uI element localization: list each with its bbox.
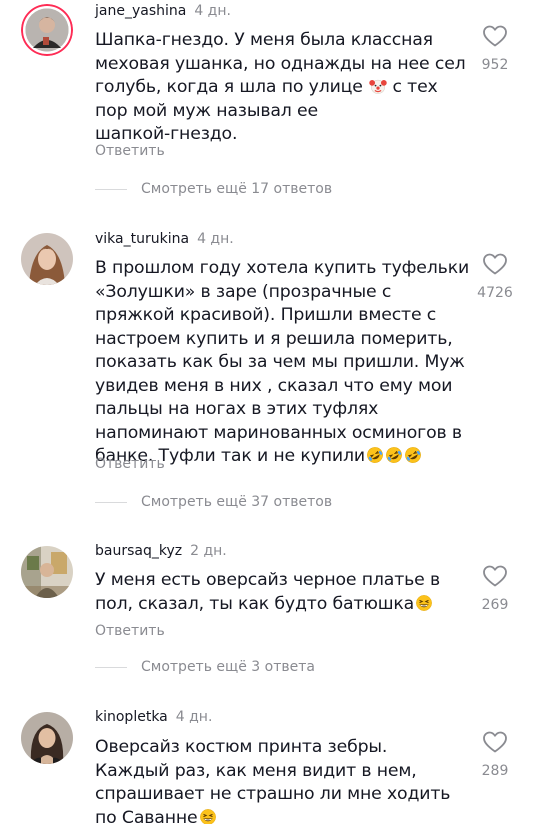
text-line: пол, сказал, ты как будто батюшка <box>95 593 463 617</box>
text-line: пряжкой красивой). Пришли вместе с <box>95 305 437 325</box>
text-line: «Золушки» в заре (прозрачные с <box>95 281 392 302</box>
text-line: настроем купить и я решила померить, <box>95 328 453 349</box>
username[interactable]: vika_turukina <box>95 231 189 247</box>
like-count: 952 <box>481 57 509 73</box>
text-line-part: по Саванне <box>95 807 198 824</box>
comment-header: jane_yashina 4 дн. <box>95 2 231 20</box>
text-line: В прошлом году хотела купить туфельки <box>95 258 470 278</box>
comment-text: Оверсайз костюм принта зебры. Каждый раз… <box>95 736 463 824</box>
text-line: Шапка-гнездо. У меня была классная <box>95 30 433 50</box>
clown-face-icon <box>369 77 387 95</box>
rolling-on-floor-laughing-icon <box>385 446 403 464</box>
text-line: меховая ушанка, но однажды на нее сел <box>95 53 466 74</box>
like-count: 289 <box>481 763 509 779</box>
separator-line <box>95 501 127 503</box>
heart-outline-icon <box>483 25 507 47</box>
comment-text: У меня есть оверсайз черное платье в пол… <box>95 569 463 616</box>
like-button[interactable]: 952 <box>470 24 520 74</box>
avatar[interactable] <box>21 712 73 764</box>
separator-line <box>95 666 127 668</box>
view-more-replies-label: Смотреть ещё 37 ответов <box>141 494 333 510</box>
text-line: У меня есть оверсайз черное платье в <box>95 570 441 590</box>
rolling-on-floor-laughing-icon <box>366 446 384 464</box>
comment-header: vika_turukina 4 дн. <box>95 230 234 248</box>
view-more-replies-button[interactable]: Смотреть ещё 37 ответов <box>95 492 332 512</box>
comment-header: baursaq_kyz 2 дн. <box>95 542 227 560</box>
like-button[interactable]: 4726 <box>470 252 520 302</box>
like-button[interactable]: 289 <box>470 730 520 780</box>
text-line: пор мой муж называл ее <box>95 100 318 121</box>
grinning-squinting-face-icon <box>415 594 433 612</box>
rolling-on-floor-laughing-icon <box>404 446 422 464</box>
username[interactable]: kinopletka <box>95 709 168 725</box>
text-line-part: пол, сказал, ты как будто батюшка <box>95 593 415 614</box>
avatar[interactable] <box>21 233 73 285</box>
heart-outline-icon <box>483 565 507 587</box>
username[interactable]: jane_yashina <box>95 3 186 19</box>
timestamp: 4 дн. <box>194 3 231 19</box>
timestamp: 4 дн. <box>175 709 213 725</box>
text-line: пальцы на ногах в этих туфлях <box>95 399 379 419</box>
reply-button[interactable]: Ответить <box>95 622 165 640</box>
text-line: голубь, когда я шла по улице с тех <box>95 76 463 100</box>
comment-text: В прошлом году хотела купить туфельки «З… <box>95 257 470 469</box>
view-more-replies-button[interactable]: Смотреть ещё 3 ответа <box>95 657 315 677</box>
comment-text: Шапка-гнездо. У меня была классная мехов… <box>95 29 466 147</box>
text-line: увидев меня в них , сказал что ему мои <box>95 375 453 396</box>
text-line-part: голубь, когда я шла по улице <box>95 77 363 97</box>
text-line: по Саванне <box>95 807 463 824</box>
reply-button[interactable]: Ответить <box>95 455 165 473</box>
comments-list: jane_yashina 4 дн. Шапка-гнездо. У меня б… <box>0 0 537 824</box>
text-line: Оверсайз костюм принта зебры. <box>95 737 388 757</box>
grinning-squinting-face-icon <box>199 808 217 824</box>
separator-line <box>95 188 127 190</box>
view-more-replies-label: Смотреть ещё 3 ответа <box>141 659 315 675</box>
avatar[interactable] <box>21 546 73 598</box>
timestamp: 4 дн. <box>197 231 234 247</box>
text-line: Каждый раз, как меня видит в нем, <box>95 760 417 781</box>
view-more-replies-label: Смотреть ещё 17 ответов <box>141 181 333 197</box>
like-count: 4726 <box>477 285 513 301</box>
like-button[interactable]: 269 <box>470 564 520 614</box>
heart-outline-icon <box>483 731 507 753</box>
text-line: напоминают маринованных осминогов в <box>95 422 462 443</box>
text-line: показать как бы за чем мы пришли. Муж <box>95 352 465 372</box>
text-line-part: с тех <box>392 77 438 97</box>
comment-header: kinopletka 4 дн. <box>95 708 212 726</box>
like-count: 269 <box>481 597 509 613</box>
username[interactable]: baursaq_kyz <box>95 543 182 559</box>
text-line: спрашивает не страшно ли мне ходить <box>95 784 451 804</box>
view-more-replies-button[interactable]: Смотреть ещё 17 ответов <box>95 179 332 199</box>
avatar[interactable] <box>21 4 73 56</box>
reply-button[interactable]: Ответить <box>95 142 165 160</box>
heart-outline-icon <box>483 253 507 275</box>
timestamp: 2 дн. <box>190 543 227 559</box>
